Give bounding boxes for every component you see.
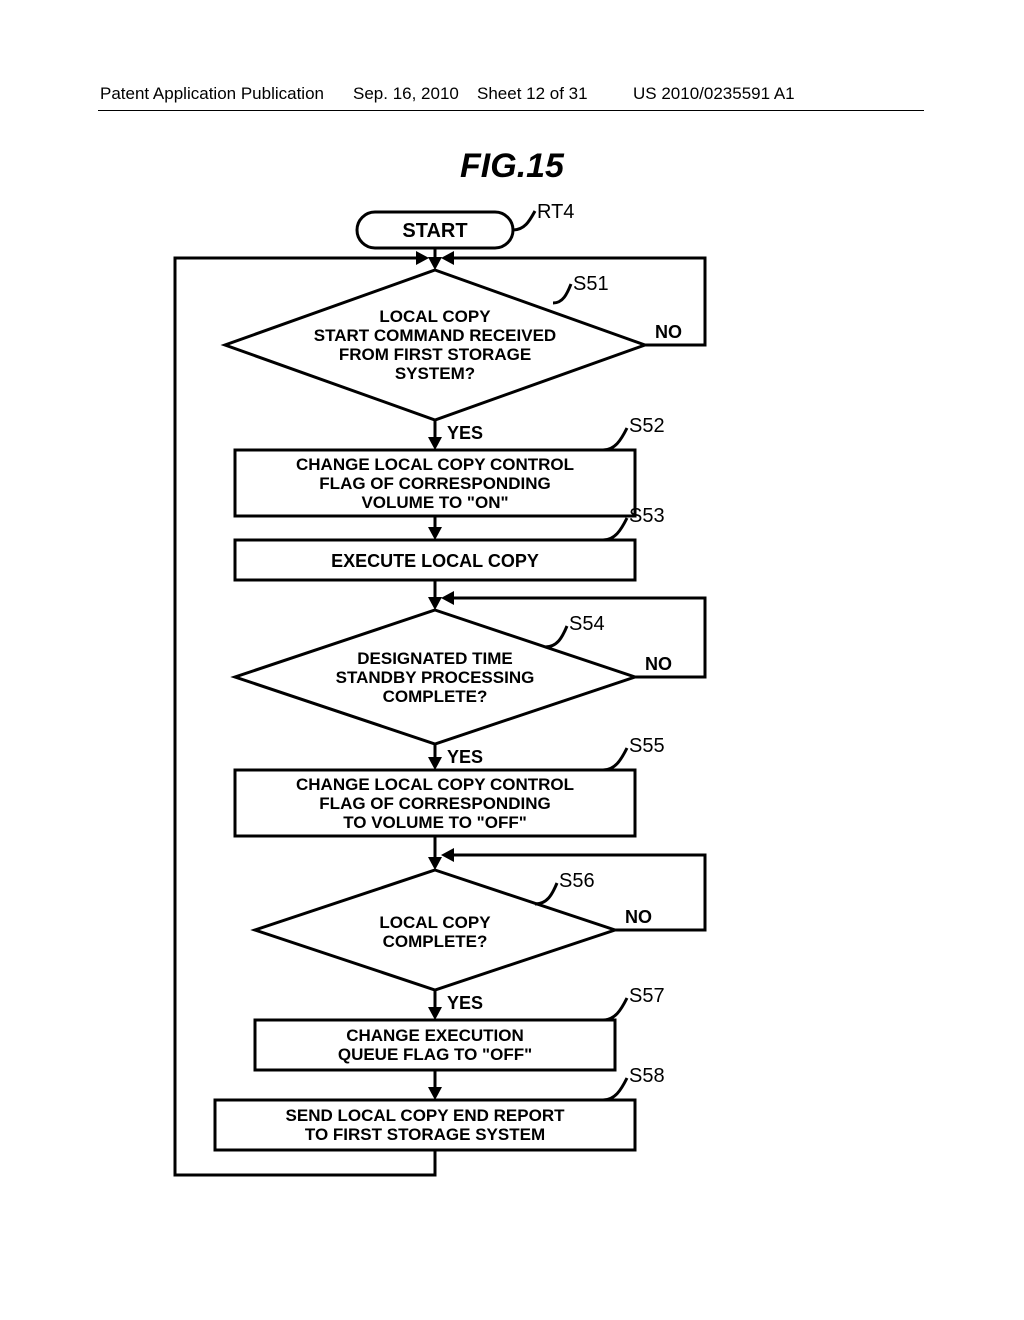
svg-text:SEND LOCAL COPY END REPORT: SEND LOCAL COPY END REPORT — [286, 1106, 566, 1125]
s55-process: CHANGE LOCAL COPY CONTROL FLAG OF CORRES… — [235, 770, 635, 836]
s58-ref: S58 — [629, 1065, 665, 1087]
svg-text:CHANGE EXECUTION: CHANGE EXECUTION — [346, 1026, 524, 1045]
s52-process: CHANGE LOCAL COPY CONTROL FLAG OF CORRES… — [235, 450, 635, 516]
svg-text:DESIGNATED TIME: DESIGNATED TIME — [357, 649, 513, 668]
header-date: Sep. 16, 2010 — [353, 84, 459, 104]
svg-text:COMPLETE?: COMPLETE? — [383, 932, 488, 951]
s51-ref: S51 — [573, 273, 609, 295]
svg-text:TO FIRST STORAGE SYSTEM: TO FIRST STORAGE SYSTEM — [305, 1125, 545, 1144]
svg-text:CHANGE LOCAL COPY CONTROL: CHANGE LOCAL COPY CONTROL — [296, 455, 574, 474]
flowchart: START RT4 LOCAL COPY START COMMAND RECEI… — [175, 210, 875, 1265]
svg-text:FROM FIRST STORAGE: FROM FIRST STORAGE — [339, 345, 531, 364]
svg-text:CHANGE LOCAL COPY CONTROL: CHANGE LOCAL COPY CONTROL — [296, 775, 574, 794]
s56-ref: S56 — [559, 870, 595, 892]
s55-ref: S55 — [629, 735, 665, 757]
header-pubno: US 2010/0235591 A1 — [633, 84, 795, 104]
svg-text:LOCAL COPY: LOCAL COPY — [379, 913, 491, 932]
svg-text:COMPLETE?: COMPLETE? — [383, 687, 488, 706]
header-sheet: Sheet 12 of 31 — [477, 84, 588, 104]
s53-ref: S53 — [629, 505, 665, 527]
s54-yes: YES — [447, 747, 483, 767]
figure-title: FIG.15 — [0, 147, 1024, 186]
s52-ref: S52 — [629, 415, 665, 437]
s56-no: NO — [625, 907, 652, 927]
svg-text:START COMMAND RECEIVED: START COMMAND RECEIVED — [314, 326, 556, 345]
s57-process: CHANGE EXECUTION QUEUE FLAG TO "OFF" — [255, 1020, 615, 1070]
svg-text:SYSTEM?: SYSTEM? — [395, 364, 475, 383]
svg-text:LOCAL COPY: LOCAL COPY — [379, 307, 491, 326]
s57-ref: S57 — [629, 985, 665, 1007]
svg-text:EXECUTE LOCAL COPY: EXECUTE LOCAL COPY — [331, 551, 539, 571]
s53-process: EXECUTE LOCAL COPY — [235, 540, 635, 580]
s51-no: NO — [655, 322, 682, 342]
start-node: START — [357, 212, 513, 248]
svg-text:STANDBY PROCESSING: STANDBY PROCESSING — [336, 668, 535, 687]
svg-text:TO VOLUME TO "OFF": TO VOLUME TO "OFF" — [343, 813, 527, 832]
header-left: Patent Application Publication — [100, 84, 324, 104]
header-rule — [98, 110, 924, 111]
rt-label: RT4 — [537, 201, 574, 223]
svg-text:QUEUE FLAG TO "OFF": QUEUE FLAG TO "OFF" — [338, 1045, 532, 1064]
s54-no: NO — [645, 654, 672, 674]
s54-ref: S54 — [569, 613, 605, 635]
s51-yes: YES — [447, 423, 483, 443]
svg-text:VOLUME TO "ON": VOLUME TO "ON" — [361, 493, 508, 512]
svg-text:START: START — [402, 220, 467, 242]
s56-yes: YES — [447, 993, 483, 1013]
svg-text:FLAG OF CORRESPONDING: FLAG OF CORRESPONDING — [319, 474, 550, 493]
svg-text:FLAG OF CORRESPONDING: FLAG OF CORRESPONDING — [319, 794, 550, 813]
s58-process: SEND LOCAL COPY END REPORT TO FIRST STOR… — [215, 1100, 635, 1150]
